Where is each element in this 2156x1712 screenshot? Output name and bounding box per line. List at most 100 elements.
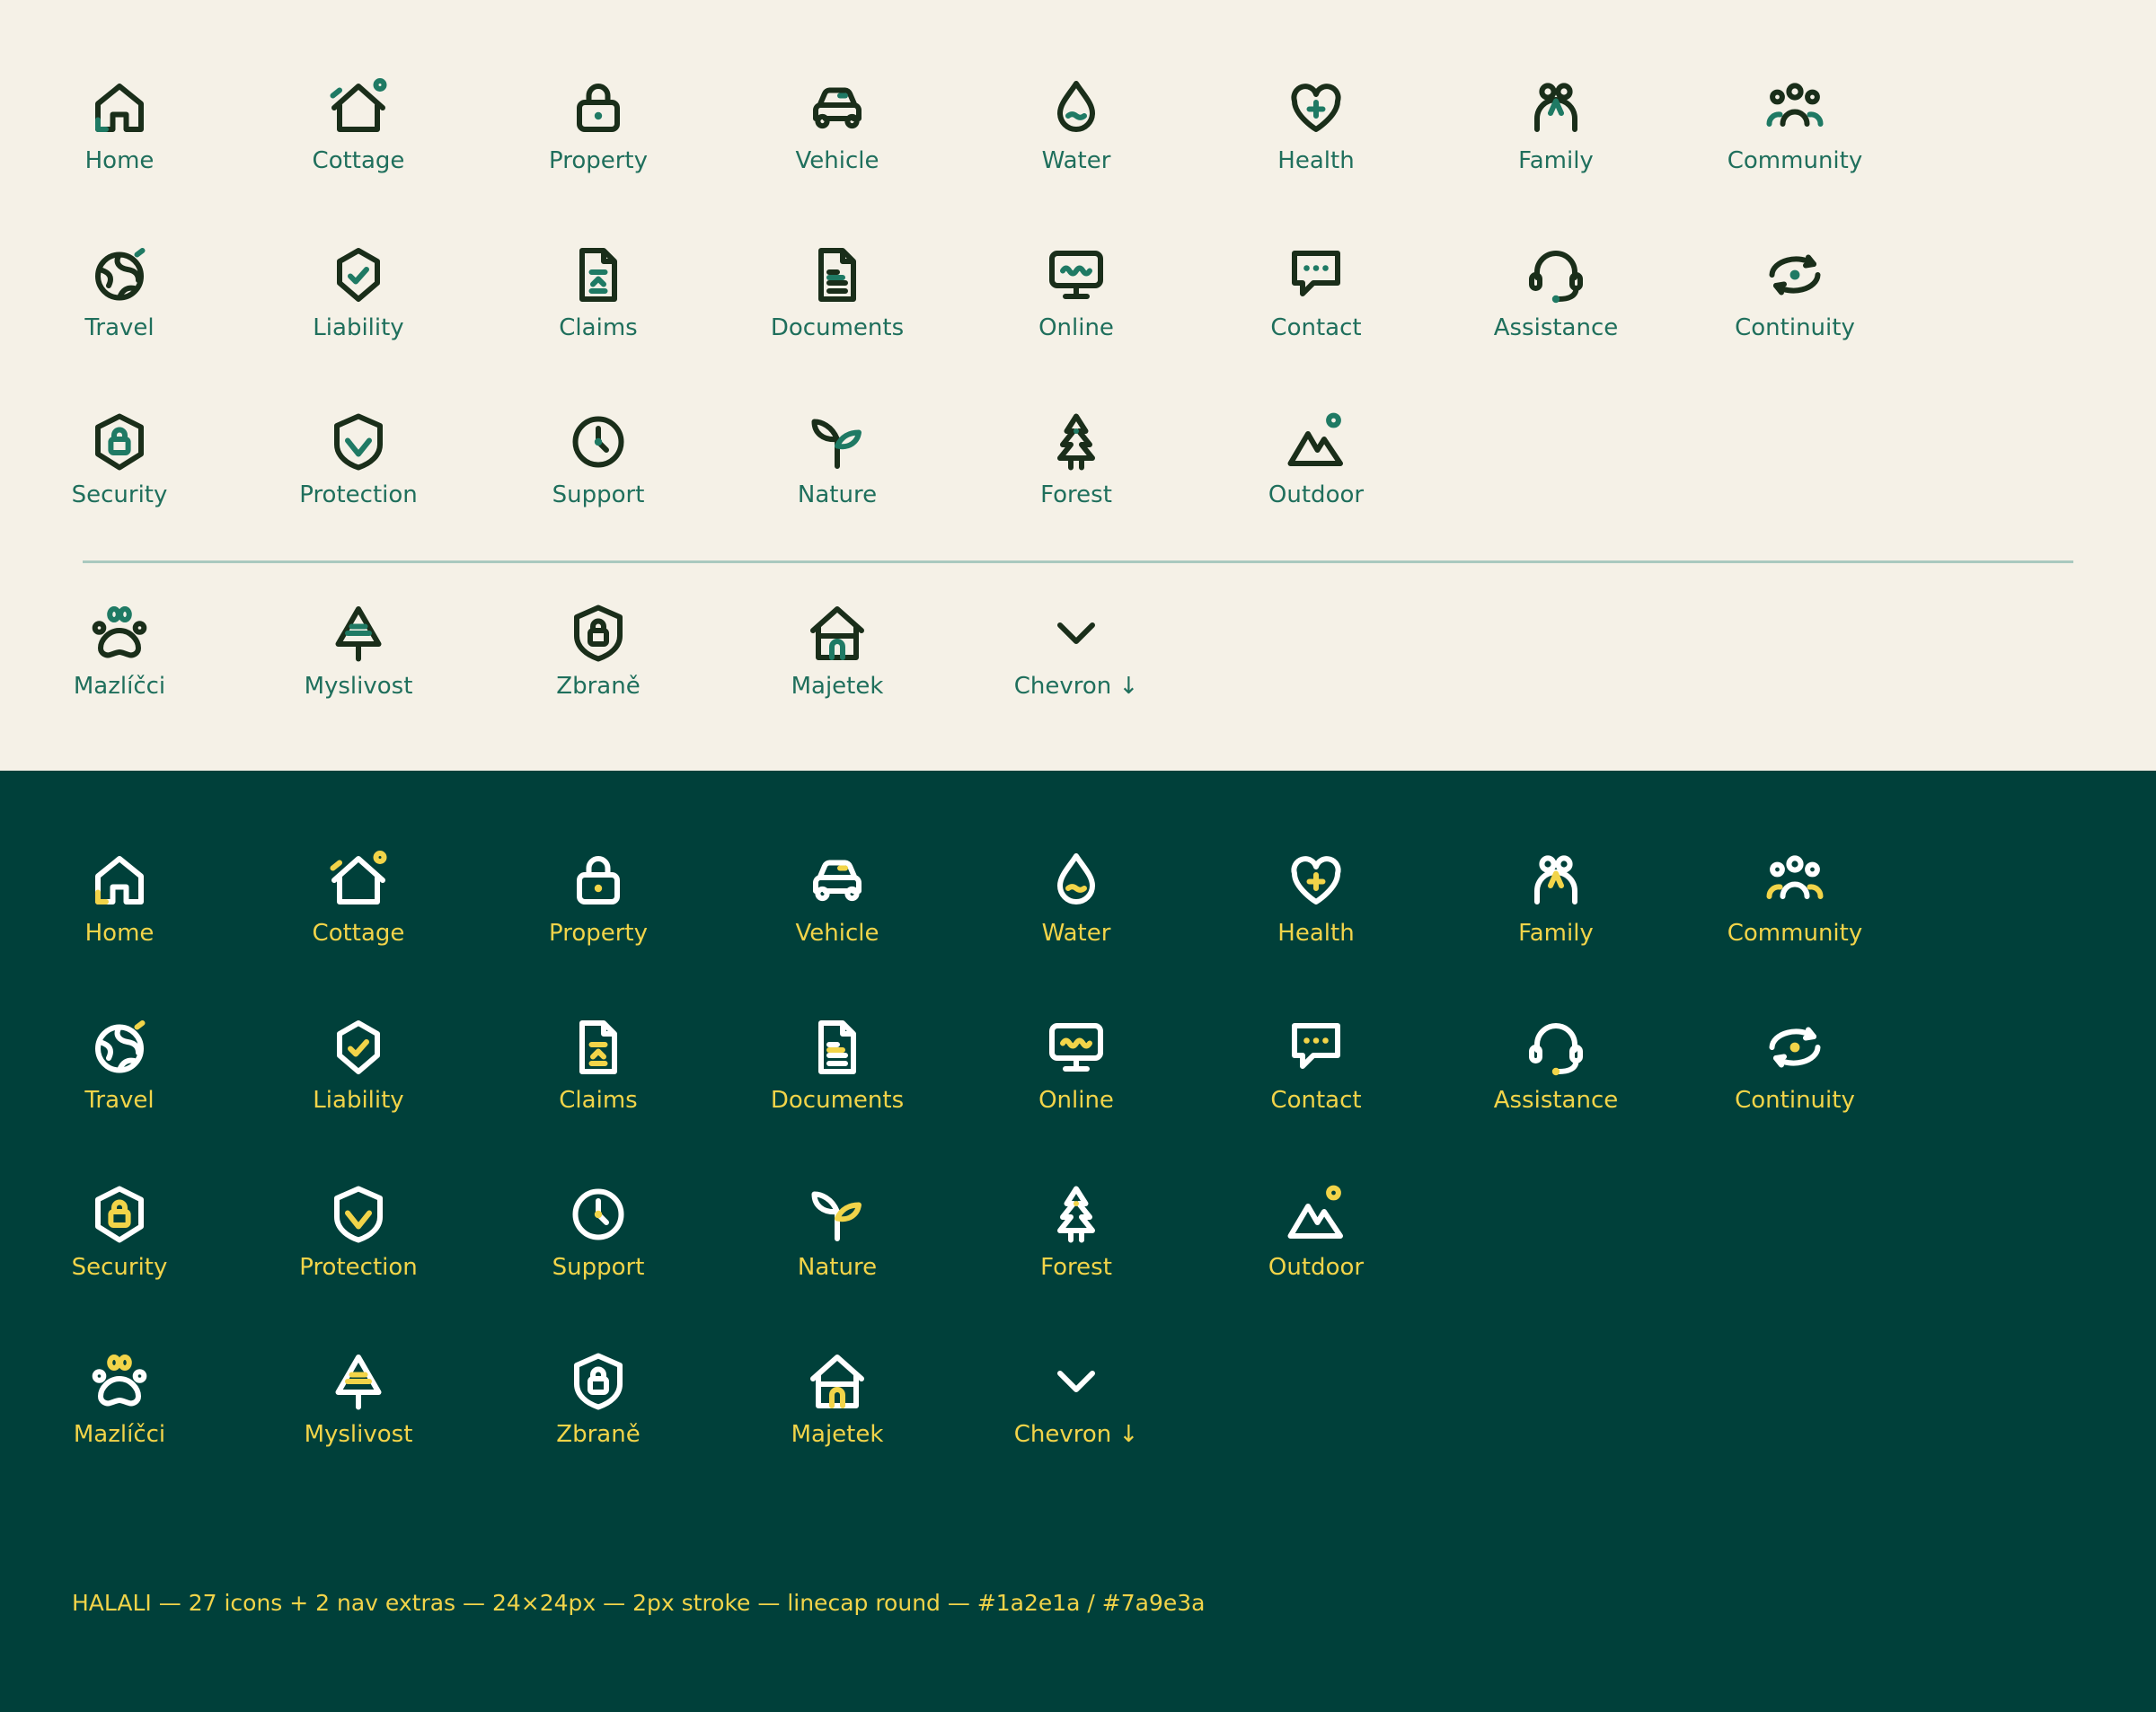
community-icon	[1766, 83, 1824, 127]
icon-tile-vehicle: Vehicle	[738, 75, 936, 176]
contact-icon	[1292, 251, 1340, 296]
icon-label: Travel	[84, 314, 155, 341]
icon-tile-liability: Liability	[260, 1015, 457, 1116]
icon-label: Travel	[84, 1087, 155, 1114]
icon-label: Myslivost	[304, 1421, 413, 1448]
icon-label: Documents	[770, 1087, 905, 1114]
icon-label: Home	[84, 920, 155, 947]
icon-label: Home	[84, 147, 155, 174]
icon-tile-nature: Nature	[738, 410, 936, 510]
water-icon	[1057, 853, 1095, 905]
icon-label: Myslivost	[304, 673, 413, 700]
icon-tile-nature: Nature	[738, 1182, 936, 1283]
icon-label: Nature	[797, 481, 878, 508]
icon-label: Mazlíčci	[73, 673, 166, 700]
icon-tile-contact: Contact	[1217, 1015, 1415, 1116]
icon-label: Water	[1041, 920, 1111, 947]
icon-label: Family	[1518, 920, 1594, 947]
icon-tile-assistance: Assistance	[1457, 243, 1655, 343]
support-icon	[572, 416, 624, 468]
icon-tile-home: Home	[21, 848, 218, 949]
icon-label: Continuity	[1735, 314, 1855, 341]
icon-label: Majetek	[791, 673, 884, 700]
icon-tile-family: Family	[1457, 75, 1655, 176]
icon-tile-vehicle: Vehicle	[738, 848, 936, 949]
icon-label: Property	[548, 147, 649, 174]
icon-label: Health	[1277, 147, 1355, 174]
forest-icon	[1057, 1186, 1095, 1243]
icon-label: Property	[548, 920, 649, 947]
icon-label: Protection	[299, 481, 418, 508]
icon-tile-majetek: Majetek	[738, 601, 936, 702]
documents-icon	[818, 248, 856, 302]
weapons-icon	[574, 604, 623, 662]
family-icon	[1534, 83, 1577, 132]
icon-tile-support: Support	[499, 1182, 697, 1283]
icon-label: Community	[1727, 147, 1863, 174]
weapons-icon	[574, 1353, 623, 1410]
icon-tile-cottage: Cottage	[260, 848, 457, 949]
icon-tile-mazlicci: Mazlíčci	[21, 1349, 218, 1450]
icon-row: Mazlíčci Myslivost Zbraně Majetek Chevro…	[0, 1349, 2156, 1475]
icon-label: Contact	[1270, 1087, 1362, 1114]
continuity-icon	[1769, 254, 1821, 296]
icon-tile-continuity: Continuity	[1696, 1015, 1894, 1116]
icon-label: Forest	[1040, 1254, 1112, 1281]
spec-footer: HALALI — 27 icons + 2 nav extras — 24×24…	[72, 1590, 1206, 1616]
forest-icon	[1057, 413, 1095, 471]
travel-icon	[95, 1020, 146, 1073]
icon-tile-myslivost: Myslivost	[260, 1349, 457, 1450]
chevron-down-icon	[1057, 1371, 1095, 1392]
icon-tile-online: Online	[977, 243, 1175, 343]
icon-label: Online	[1038, 314, 1114, 341]
section-divider	[83, 560, 2073, 563]
icon-tile-chevron: Chevron ↓	[977, 1349, 1175, 1450]
icon-tile-outdoor: Outdoor	[1217, 410, 1415, 510]
icon-tile-online: Online	[977, 1015, 1175, 1116]
icon-tile-water: Water	[977, 848, 1175, 949]
icon-tile-mazlicci: Mazlíčci	[21, 601, 218, 702]
estate-icon	[810, 606, 864, 660]
icon-row: Security Protection Support Nature Fores…	[0, 1182, 2156, 1308]
icon-label: Assistance	[1493, 1087, 1619, 1114]
property-icon	[577, 84, 620, 132]
icon-row: Mazlíčci Myslivost Zbraně Majetek Chevro…	[0, 601, 2156, 727]
icon-row: Security Protection Support Nature Fores…	[0, 410, 2156, 535]
icon-label: Security	[71, 1254, 168, 1281]
documents-icon	[818, 1020, 856, 1074]
icon-label: Mazlíčci	[73, 1421, 166, 1448]
icon-label: Vehicle	[795, 147, 879, 174]
contact-icon	[1292, 1023, 1340, 1069]
icon-row: Travel Liability Claims Documents Online…	[0, 243, 2156, 368]
icon-tile-cottage: Cottage	[260, 75, 457, 176]
support-icon	[572, 1188, 624, 1240]
icon-tile-property: Property	[499, 75, 697, 176]
vehicle-icon	[813, 87, 862, 129]
cottage-icon	[330, 78, 387, 132]
hunting-icon	[335, 606, 382, 662]
icon-tile-claims: Claims	[499, 243, 697, 343]
outdoor-icon	[1287, 1185, 1343, 1239]
icon-label: Protection	[299, 1254, 418, 1281]
icon-tile-outdoor: Outdoor	[1217, 1182, 1415, 1283]
pets-icon	[92, 1355, 147, 1407]
icon-row: Home Cottage Property Vehicle Water Heal…	[0, 75, 2156, 201]
health-icon	[1291, 856, 1341, 905]
icon-label: Continuity	[1735, 1087, 1855, 1114]
icon-tile-forest: Forest	[977, 410, 1175, 510]
icon-label: Water	[1041, 147, 1111, 174]
icon-tile-protection: Protection	[260, 1182, 457, 1283]
icon-tile-forest: Forest	[977, 1182, 1175, 1283]
pets-icon	[92, 606, 147, 658]
vehicle-icon	[813, 860, 862, 902]
icon-label: Support	[552, 1254, 645, 1281]
icon-label: Security	[71, 481, 168, 508]
icon-tile-home: Home	[21, 75, 218, 176]
icon-tile-security: Security	[21, 1182, 218, 1283]
assistance-icon	[1529, 1023, 1583, 1076]
icon-label: Outdoor	[1268, 481, 1365, 508]
icon-tile-health: Health	[1217, 75, 1415, 176]
light-theme-panel: Home Cottage Property Vehicle Water Heal…	[0, 0, 2156, 771]
icon-label: Outdoor	[1268, 1254, 1365, 1281]
icon-row: Home Cottage Property Vehicle Water Heal…	[0, 848, 2156, 974]
